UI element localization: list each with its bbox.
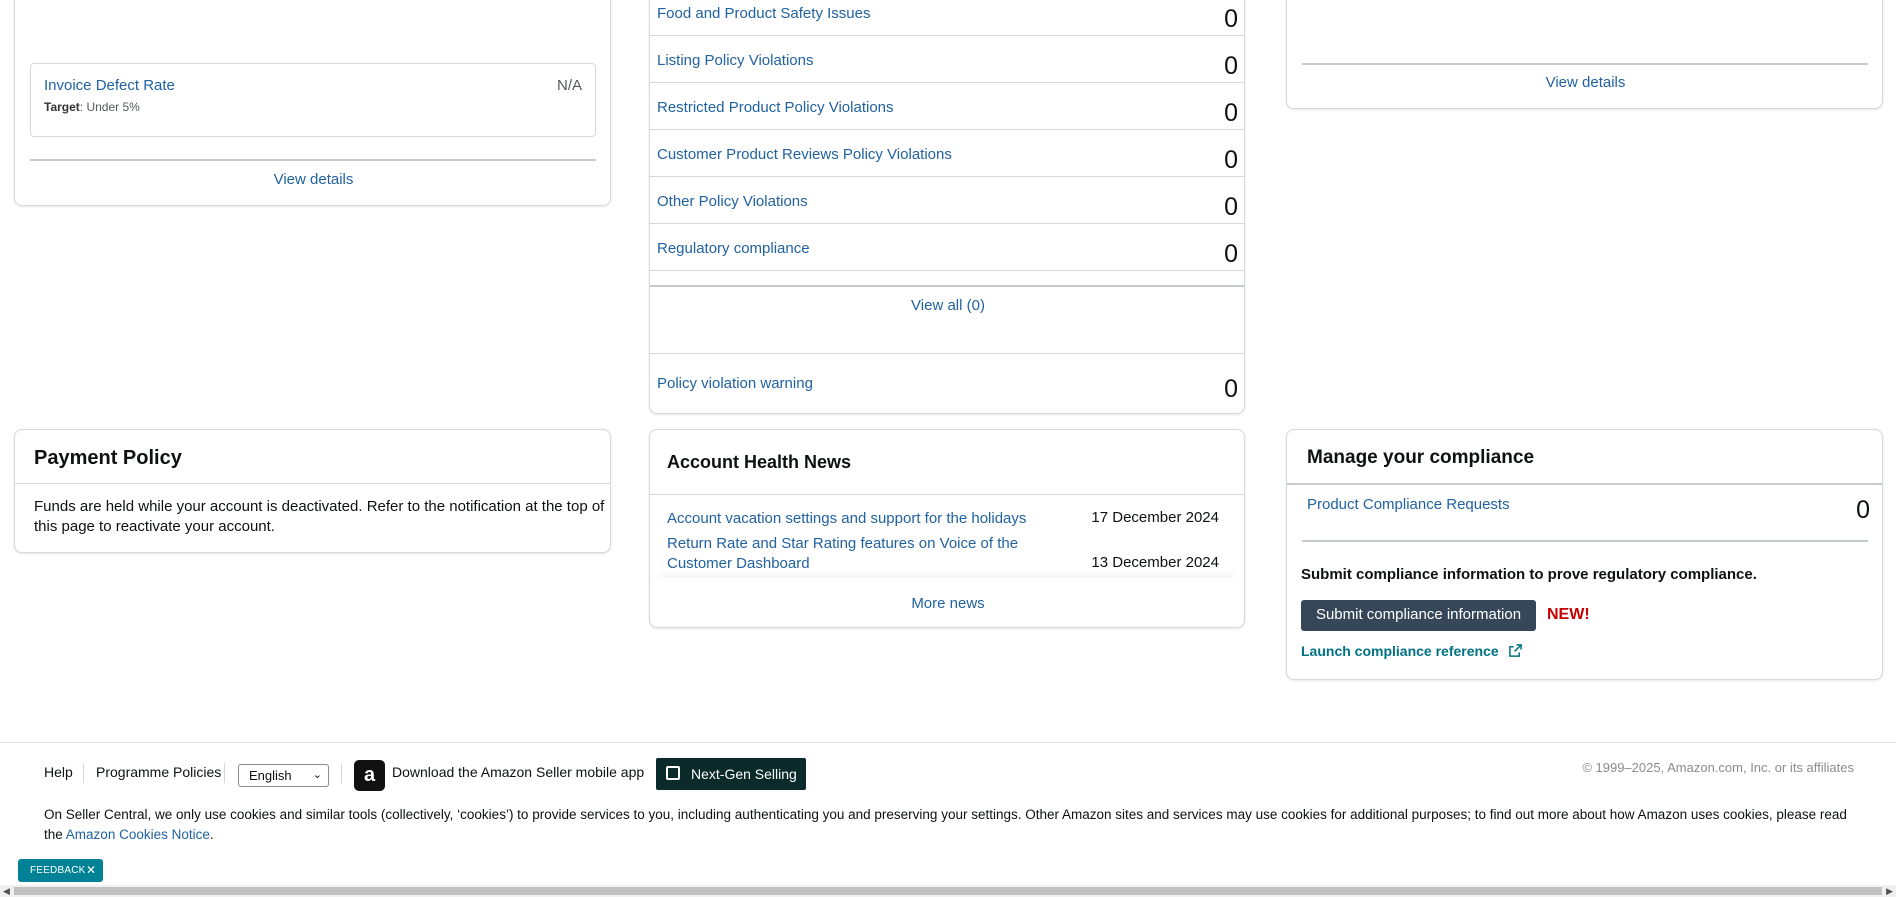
compliance-description: Submit compliance information to prove r… [1301, 566, 1757, 583]
chevron-down-icon: ⌄ [312, 769, 322, 781]
divider [30, 159, 596, 161]
account-metrics-card: Invoice Defect Rate N/A Target: Under 5%… [14, 0, 611, 206]
policy-row-link[interactable]: Listing Policy Violations [657, 52, 813, 69]
language-select[interactable]: English ⌄ [238, 764, 329, 787]
divider [1287, 483, 1882, 485]
invoice-defect-rate-value: N/A [556, 77, 582, 94]
product-compliance-requests-count: 0 [1856, 496, 1870, 524]
separator [83, 763, 84, 783]
cookie-notice-end: . [209, 827, 214, 842]
new-badge: NEW! [1547, 606, 1590, 623]
news-fade [660, 578, 1234, 586]
policy-row: Food and Product Safety Issues 0 [650, 0, 1244, 36]
policy-row: Regulatory compliance 0 [650, 224, 1244, 271]
copyright-text: © 1999–2025, Amazon.com, Inc. or its aff… [1582, 760, 1854, 775]
submit-compliance-button[interactable]: Submit compliance information [1301, 600, 1536, 631]
divider [1302, 63, 1868, 65]
policy-violation-warning-count: 0 [1224, 375, 1238, 403]
footer-help-link[interactable]: Help [44, 764, 73, 780]
product-compliance-requests-link[interactable]: Product Compliance Requests [1307, 496, 1510, 513]
policy-row: Customer Product Reviews Policy Violatio… [650, 130, 1244, 177]
horizontal-scrollbar[interactable]: ◀ ▶ [0, 885, 1896, 897]
policy-row-count: 0 [1224, 99, 1238, 127]
news-item-title: Account vacation settings and support fo… [667, 510, 1027, 527]
next-gen-selling-label: Next-Gen Selling [691, 766, 797, 782]
right-summary-card: View details [1286, 0, 1883, 109]
policy-row-count: 0 [1224, 240, 1238, 268]
language-select-value: English [249, 768, 292, 783]
footer-programme-policies-link[interactable]: Programme Policies [96, 764, 221, 780]
divider [650, 353, 1244, 354]
separator [224, 763, 225, 783]
news-item-title: Return Rate and Star Rating features on … [667, 535, 1019, 552]
amazon-cookies-notice-link[interactable]: Amazon Cookies Notice [66, 827, 210, 842]
payment-policy-line: Funds are held while your account is dea… [34, 498, 605, 515]
scroll-right-arrow-icon[interactable]: ▶ [1886, 885, 1893, 897]
policy-row-count: 0 [1224, 146, 1238, 174]
launch-link-label: Launch compliance reference [1301, 643, 1499, 659]
news-item-title: Customer Dashboard [667, 555, 810, 572]
divider [1302, 540, 1868, 542]
policy-row: Other Policy Violations 0 [650, 177, 1244, 224]
feedback-label: FEEDBACK [30, 865, 86, 876]
separator [341, 763, 342, 783]
payment-policy-title: Payment Policy [34, 447, 182, 469]
news-item-date: 13 December 2024 [1091, 554, 1219, 571]
news-item-link[interactable]: Return Rate and Star Rating features on … [667, 534, 1018, 574]
amazon-app-icon[interactable]: a [354, 760, 385, 791]
manage-compliance-card: Manage your compliance Product Complianc… [1286, 429, 1883, 680]
policy-row: Restricted Product Policy Violations 0 [650, 83, 1244, 130]
feedback-button[interactable]: FEEDBACK ✕ [18, 859, 103, 882]
cookie-notice-text: On Seller Central, we only use cookies a… [44, 807, 1847, 842]
divider [15, 483, 610, 484]
target-label: Target [44, 100, 80, 114]
payment-policy-card: Payment Policy Funds are held while your… [14, 429, 611, 553]
next-gen-selling-button[interactable]: Next-Gen Selling [656, 758, 806, 790]
payment-policy-text: Funds are held while your account is dea… [34, 497, 604, 537]
policy-row-link[interactable]: Regulatory compliance [657, 240, 810, 257]
policy-compliance-card: Food and Product Safety Issues 0 Listing P… [649, 0, 1245, 414]
invoice-defect-rate-link[interactable]: Invoice Defect Rate [44, 77, 175, 94]
policy-row-link[interactable]: Other Policy Violations [657, 193, 808, 210]
view-all-link[interactable]: View all (0) [650, 297, 1246, 314]
view-details-link[interactable]: View details [15, 171, 612, 188]
policy-row-count: 0 [1224, 193, 1238, 221]
compliance-title: Manage your compliance [1307, 447, 1535, 468]
view-details-link[interactable]: View details [1287, 74, 1884, 91]
policy-row-count: 0 [1224, 52, 1238, 80]
policy-row-link[interactable]: Restricted Product Policy Violations [657, 99, 894, 116]
divider [650, 494, 1244, 495]
news-item-date: 17 December 2024 [1091, 509, 1219, 526]
policy-row-link[interactable]: Customer Product Reviews Policy Violatio… [657, 146, 952, 163]
download-app-link[interactable]: Download the Amazon Seller mobile app [392, 764, 644, 780]
target-value: : Under 5% [79, 100, 140, 114]
scroll-left-arrow-icon[interactable]: ◀ [3, 885, 10, 897]
policy-violation-warning-link[interactable]: Policy violation warning [657, 375, 813, 392]
external-link-icon [666, 766, 680, 780]
launch-compliance-reference-link[interactable]: Launch compliance reference [1301, 643, 1522, 659]
account-health-news-card: Account Health News Account vacation set… [649, 429, 1245, 628]
metric-target: Target: Under 5% [44, 100, 140, 114]
external-link-icon [1508, 644, 1522, 657]
news-item-link[interactable]: Account vacation settings and support fo… [667, 509, 1026, 529]
scrollbar-thumb[interactable] [14, 887, 1882, 895]
page-footer: Help Programme Policies English ⌄ a Down… [0, 742, 1896, 886]
invoice-defect-rate-box: Invoice Defect Rate N/A Target: Under 5% [30, 63, 596, 137]
policy-row-link[interactable]: Food and Product Safety Issues [657, 5, 870, 22]
policy-row: Listing Policy Violations 0 [650, 36, 1244, 83]
more-news-link[interactable]: More news [650, 595, 1246, 612]
payment-policy-line: this page to reactivate your account. [34, 518, 275, 535]
policy-row-count: 0 [1224, 5, 1238, 33]
divider [650, 285, 1244, 287]
close-icon[interactable]: ✕ [86, 859, 96, 882]
cookie-notice: On Seller Central, we only use cookies a… [44, 805, 1854, 845]
news-title: Account Health News [667, 452, 852, 472]
